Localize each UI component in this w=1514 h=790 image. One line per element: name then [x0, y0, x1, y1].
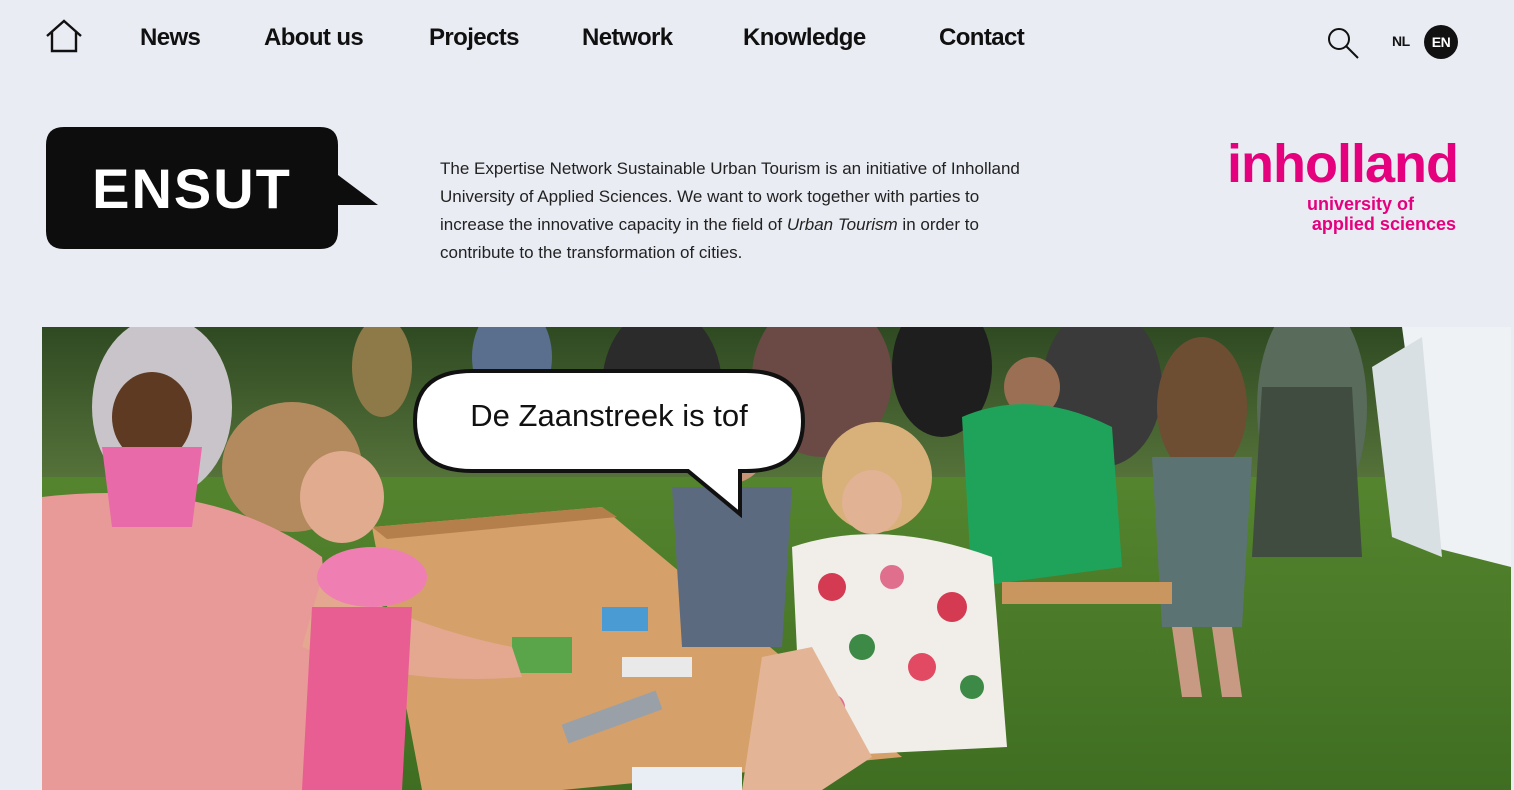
language-nl-link[interactable]: NL	[1392, 33, 1410, 49]
inholland-logo-wordmark: inholland	[1227, 134, 1459, 194]
page: News About us Projects Network Knowledge…	[0, 0, 1514, 790]
home-icon[interactable]	[44, 18, 84, 54]
inholland-logo-subtitle-1: university of	[1306, 194, 1414, 214]
search-icon[interactable]	[1326, 26, 1360, 60]
speech-bubble-shape	[412, 369, 806, 519]
nav-link-contact[interactable]: Contact	[939, 24, 1025, 52]
ensut-logo[interactable]: ENSUT	[46, 127, 380, 251]
ensut-logo-text: ENSUT	[92, 156, 292, 220]
nav-link-about-us[interactable]: About us	[264, 24, 364, 52]
hero-caption: De Zaanstreek is tof	[470, 398, 748, 433]
nav-link-network[interactable]: Network	[582, 24, 673, 52]
hero-speech-bubble: De Zaanstreek is tof	[412, 368, 806, 519]
language-en-button[interactable]: EN	[1424, 25, 1458, 59]
nav-link-projects[interactable]: Projects	[429, 24, 520, 52]
intro-text: The Expertise Network Sustainable Urban …	[440, 155, 1040, 267]
inholland-logo[interactable]: inholland university of applied sciences	[1186, 137, 1466, 237]
inholland-logo-subtitle-2: applied sciences	[1311, 214, 1456, 234]
nav-link-knowledge[interactable]: Knowledge	[743, 24, 866, 52]
top-nav: News About us Projects Network Knowledge…	[0, 0, 1514, 80]
intro-text-emphasis: Urban Tourism	[786, 215, 898, 234]
nav-link-news[interactable]: News	[140, 24, 201, 52]
